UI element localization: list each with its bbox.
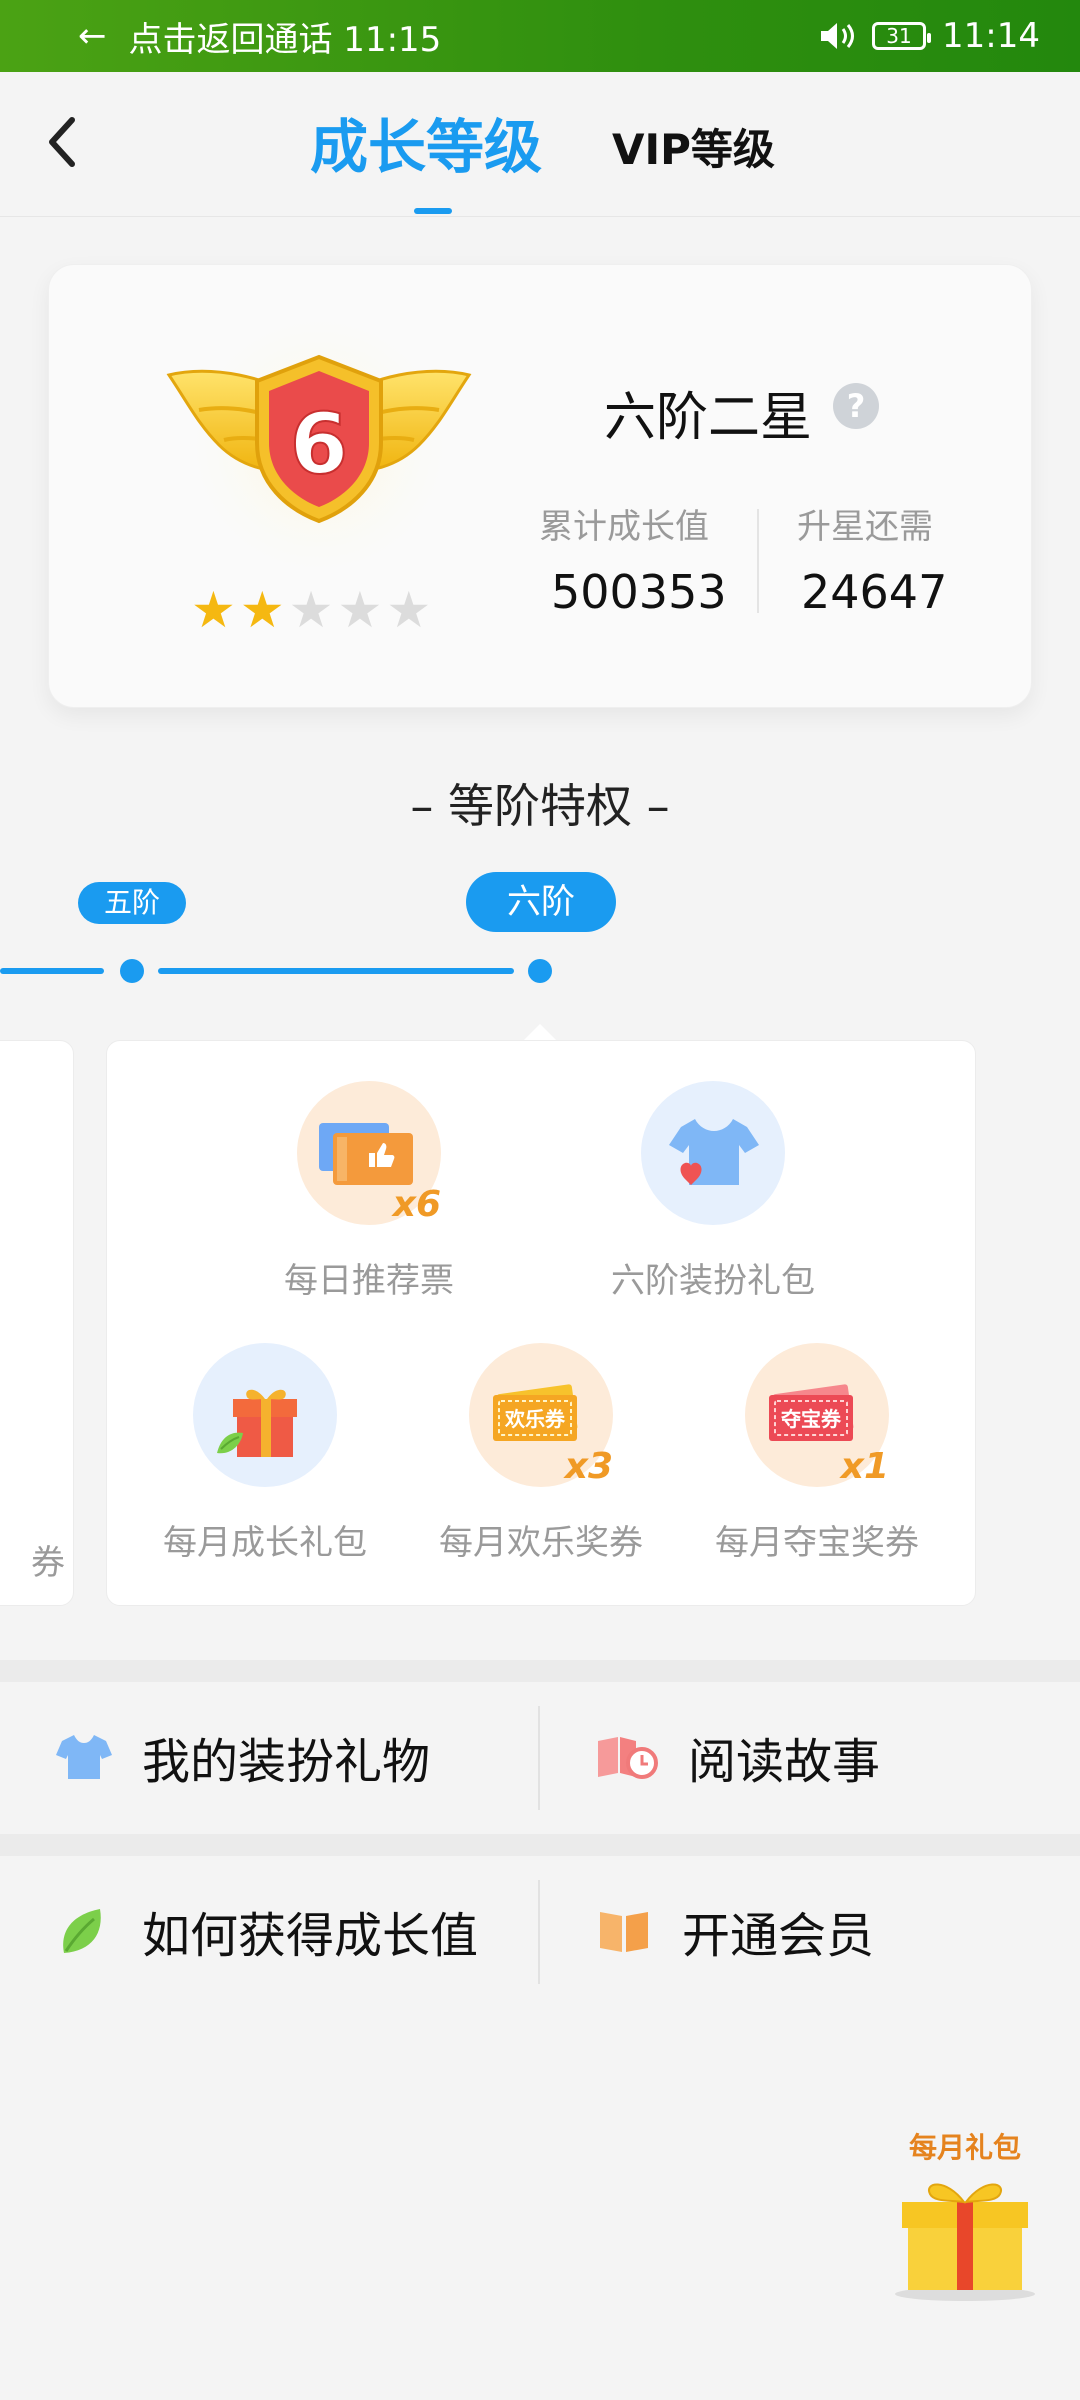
leaf-icon xyxy=(63,1909,101,1953)
menu-open-member[interactable]: 开通会员 xyxy=(596,1856,874,2006)
cumulative-growth-label: 累计成长值 xyxy=(539,507,709,547)
active-tab-indicator xyxy=(414,208,452,214)
upgrade-needed-value: 24647 xyxy=(801,565,948,619)
call-return-text: 点击返回通话 11:15 xyxy=(128,19,442,60)
timeline-node-5[interactable] xyxy=(120,959,144,983)
monthly-gift-float-button[interactable]: 每月礼包 xyxy=(890,2126,1040,2306)
gift-icon xyxy=(193,1343,337,1487)
timeline-segment xyxy=(0,968,104,974)
upgrade-needed-label: 升星还需 xyxy=(797,507,933,547)
level-badge-icon: 6 xyxy=(166,305,472,585)
star-empty-icon: ★ xyxy=(337,581,383,639)
shirt-icon xyxy=(641,1081,785,1225)
level-name: 六阶二星 xyxy=(604,388,813,448)
help-icon[interactable]: ? xyxy=(833,383,879,429)
battery-level: 31 xyxy=(886,24,912,48)
menu-how-to-get-growth[interactable]: 如何获得成长值 xyxy=(56,1856,478,2006)
shirt-icon xyxy=(56,1735,112,1779)
star-filled-icon: ★ xyxy=(191,581,236,639)
menu-my-outfits[interactable]: 我的装扮礼物 xyxy=(56,1682,430,1832)
timeline-node-6[interactable] xyxy=(528,959,552,983)
coupon-text: 欢乐券 xyxy=(504,1407,566,1431)
privilege-daily-ticket[interactable]: x6 每日推荐票 xyxy=(249,1081,489,1302)
privilege-outfit-pack[interactable]: 六阶装扮礼包 xyxy=(593,1081,833,1302)
menu-label: 阅读故事 xyxy=(688,1734,881,1790)
clipped-label: 券 xyxy=(31,1543,65,1583)
status-bar: ← 点击返回通话 11:15 31 11:14 xyxy=(0,0,1080,72)
header: 成长等级 VIP等级 xyxy=(0,72,1080,217)
book-clock-icon xyxy=(598,1737,658,1779)
star-empty-icon: ★ xyxy=(386,581,432,639)
privilege-label: 每月夺宝奖券 xyxy=(715,1523,919,1563)
back-arrow-icon: ← xyxy=(78,16,107,56)
privilege-monthly-gift[interactable]: 每月成长礼包 xyxy=(145,1343,385,1564)
menu-divider xyxy=(538,1880,540,1984)
stat-divider xyxy=(757,509,759,613)
menu-label: 如何获得成长值 xyxy=(142,1908,479,1964)
coupon-text: 夺宝券 xyxy=(780,1407,842,1431)
section-separator xyxy=(0,1834,1080,1856)
ticket-icon: x6 xyxy=(297,1081,441,1225)
level-stars: ★ ★ ★ ★ ★ xyxy=(191,585,431,635)
return-to-call[interactable]: ← 点击返回通话 11:15 xyxy=(78,14,442,60)
coupon-icon: 夺宝券 x1 xyxy=(745,1343,889,1487)
open-book-icon xyxy=(600,1912,648,1952)
volume-icon xyxy=(821,23,855,49)
multiplier-badge: x6 xyxy=(392,1184,441,1225)
multiplier-badge: x3 xyxy=(564,1446,613,1487)
badge-number: 6 xyxy=(290,395,348,493)
menu-row-1: 我的装扮礼物 阅读故事 xyxy=(0,1682,1080,1832)
previous-tier-card[interactable]: 券 xyxy=(0,1040,74,1606)
privilege-label: 六阶装扮礼包 xyxy=(611,1261,815,1301)
back-chevron-icon[interactable] xyxy=(40,112,90,172)
privilege-happy-coupon[interactable]: 欢乐券 x3 每月欢乐奖券 xyxy=(421,1343,661,1564)
menu-read-stories[interactable]: 阅读故事 xyxy=(596,1682,880,1832)
tab-growth-level[interactable]: 成长等级 xyxy=(310,100,542,184)
tier-pill-5[interactable]: 五阶 xyxy=(78,882,186,924)
timeline-segment xyxy=(158,968,514,974)
privileges-title: – 等阶特权 – xyxy=(410,779,670,833)
cumulative-growth-value: 500353 xyxy=(551,565,727,619)
menu-divider xyxy=(538,1706,540,1810)
menu-row-2: 如何获得成长值 开通会员 xyxy=(0,1856,1080,2006)
star-filled-icon: ★ xyxy=(239,581,285,639)
tier-pill-6[interactable]: 六阶 xyxy=(466,872,616,932)
gift-box-icon xyxy=(895,2183,1035,2301)
privilege-treasure-coupon[interactable]: 夺宝券 x1 每月夺宝奖券 xyxy=(697,1343,937,1564)
coupon-icon: 欢乐券 x3 xyxy=(469,1343,613,1487)
status-right: 31 11:14 xyxy=(818,14,1040,58)
level-card: 6 ★ ★ ★ ★ ★ 六阶二星 ? 累计成长值 500353 升星还需 246… xyxy=(48,264,1032,708)
privilege-label: 每月欢乐奖券 xyxy=(439,1523,643,1563)
battery-icon: 31 xyxy=(872,22,932,50)
section-separator xyxy=(0,1660,1080,1682)
clock: 11:14 xyxy=(942,16,1040,56)
privilege-label: 每日推荐票 xyxy=(284,1261,454,1301)
privileges-card: x6 每日推荐票 六阶装扮礼包 每月成长礼包 欢乐券 x3 每月欢乐奖券 夺宝券… xyxy=(106,1040,976,1606)
tab-vip-level[interactable]: VIP等级 xyxy=(612,116,775,177)
star-empty-icon: ★ xyxy=(288,581,334,639)
multiplier-badge: x1 xyxy=(840,1446,889,1487)
menu-label: 我的装扮礼物 xyxy=(142,1734,431,1790)
privilege-label: 每月成长礼包 xyxy=(163,1523,367,1563)
menu-label: 开通会员 xyxy=(682,1908,875,1964)
